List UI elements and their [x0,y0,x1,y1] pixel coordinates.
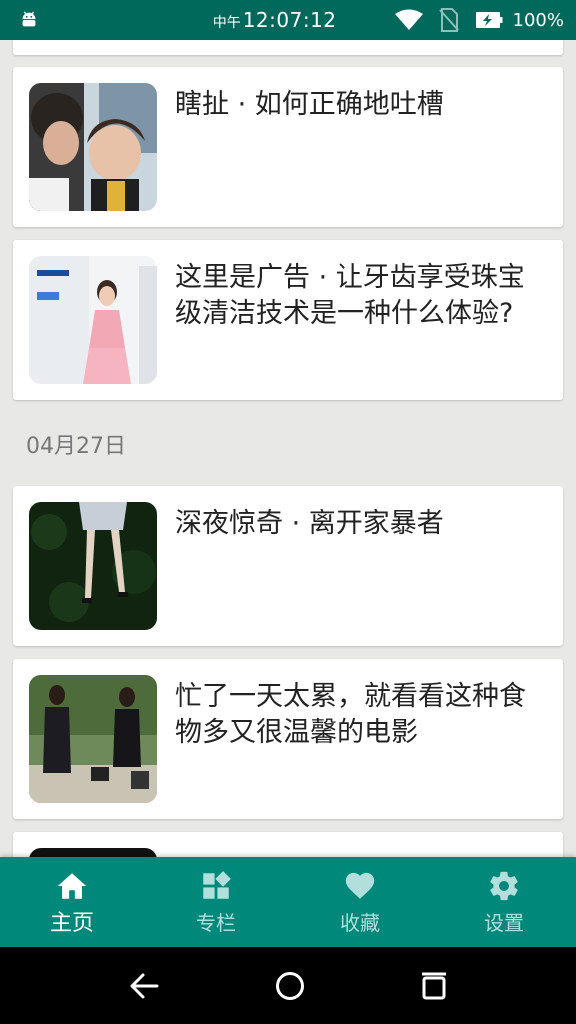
story-thumbnail [29,502,157,630]
battery-percent: 100% [512,9,564,31]
story-thumbnail [29,848,157,857]
nav-label: 收藏 [340,911,380,935]
story-card-partial[interactable] [13,832,563,857]
status-indicators: 100% [394,8,564,32]
status-time: 12:07:12 [242,8,337,32]
story-thumbnail [29,83,157,211]
nav-item-settings[interactable]: 设置 [432,857,576,947]
nav-label: 主页 [49,911,94,936]
nav-label: 专栏 [196,911,236,935]
story-card[interactable]: 瞎扯 · 如何正确地吐槽 [13,67,563,227]
back-icon[interactable] [127,969,161,1003]
wifi-icon [394,9,423,30]
story-title: 深夜惊奇 · 离开家暴者 [175,508,444,539]
date-header: 04月27日 [26,434,126,459]
story-title: 忙了一天太累，就看看这种食物多又很温馨的电影 [175,681,526,748]
nav-item-home[interactable]: 主页 [0,857,144,947]
story-feed[interactable]: 瞎扯 · 如何正确地吐槽 这里是广告 · 让牙齿享受珠宝级清洁技术是一种什么体验… [0,40,576,857]
nav-item-columns[interactable]: 专栏 [144,857,288,947]
bottom-navigation: 主页 专栏 收藏 设置 [0,857,576,947]
recents-icon[interactable] [419,971,449,1001]
story-title: 这里是广告 · 让牙齿享受珠宝级清洁技术是一种什么体验? [175,262,525,329]
nav-item-favorites[interactable]: 收藏 [288,857,432,947]
screen: 中午 12:07:12 100% 瞎扯 · 如何正确地吐槽 这里是广告 · 让牙… [0,0,576,1024]
home-circle-icon[interactable] [274,970,306,1002]
battery-charging-icon [475,12,503,28]
status-ampm: 中午 [212,15,241,31]
story-thumbnail [29,256,157,384]
status-clock: 中午 12:07:12 [213,8,337,32]
home-icon [57,873,87,899]
system-navigation-bar [0,947,576,1024]
story-card[interactable]: 深夜惊奇 · 离开家暴者 [13,486,563,646]
gear-icon [490,871,518,901]
story-card[interactable]: 这里是广告 · 让牙齿享受珠宝级清洁技术是一种什么体验? [13,240,563,400]
android-icon [22,11,36,27]
no-sim-icon [438,8,459,32]
columns-icon [203,871,231,899]
story-card-partial[interactable] [13,40,563,55]
story-card[interactable]: 忙了一天太累，就看看这种食物多又很温馨的电影 [13,659,563,819]
status-bar: 中午 12:07:12 100% [0,0,576,40]
nav-label: 设置 [484,911,524,935]
heart-icon [345,872,375,899]
story-title: 瞎扯 · 如何正确地吐槽 [175,89,444,120]
story-thumbnail [29,675,157,803]
